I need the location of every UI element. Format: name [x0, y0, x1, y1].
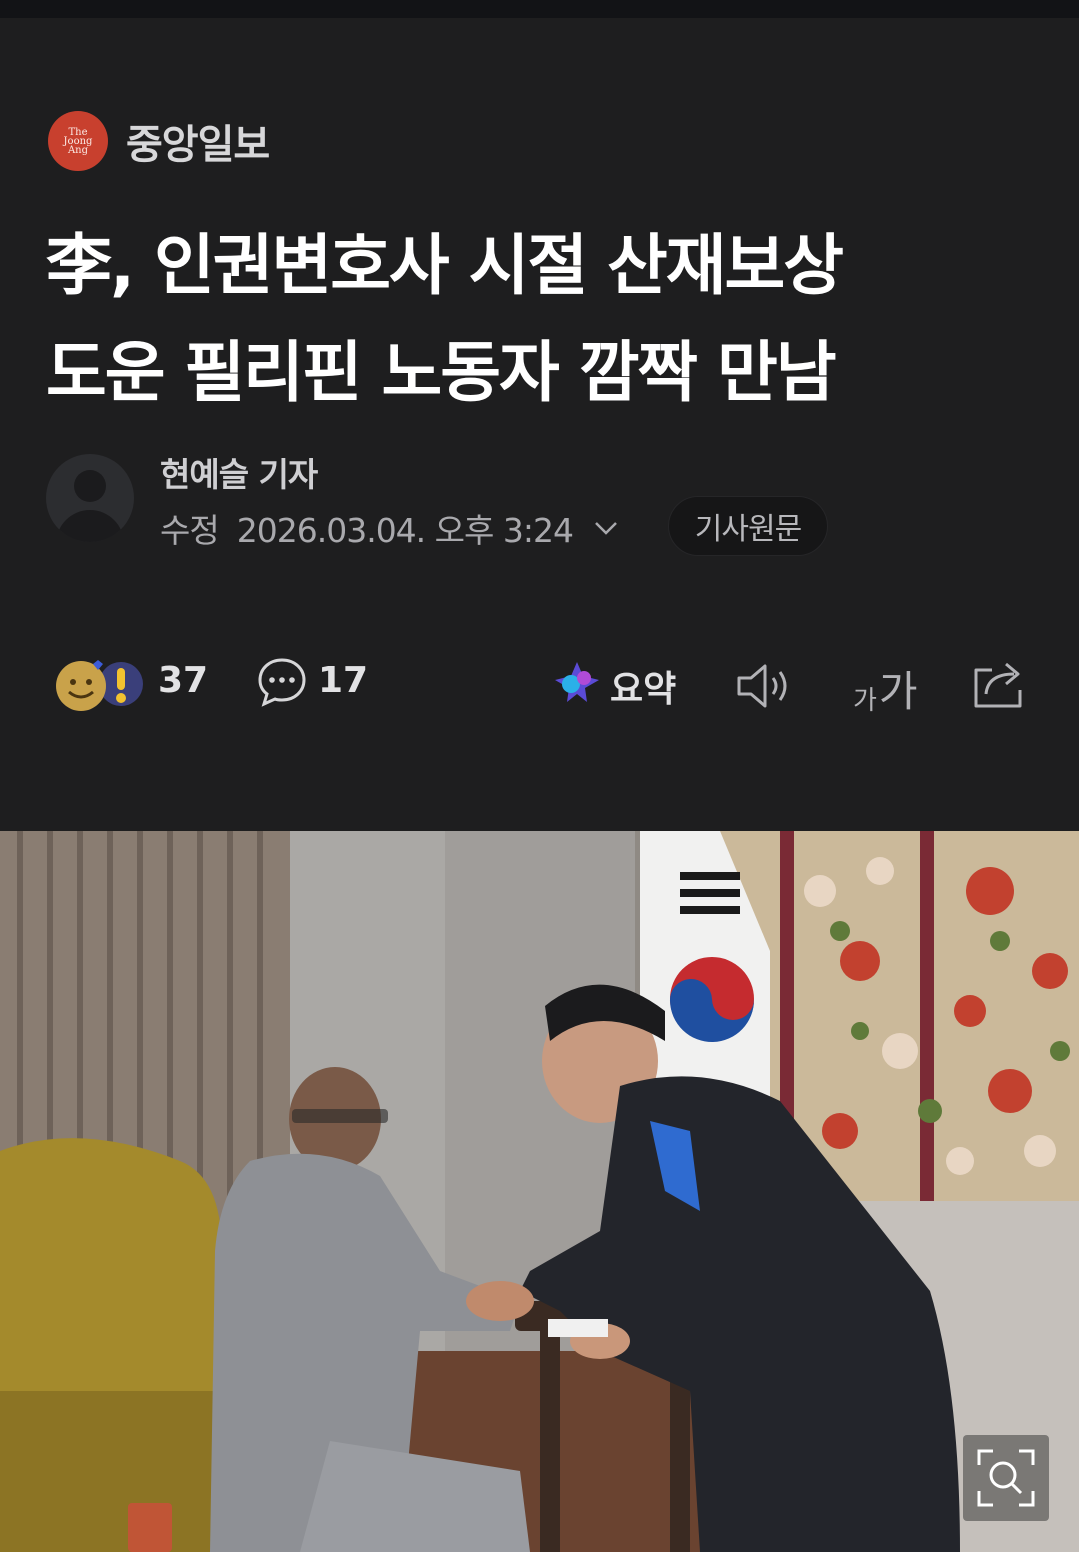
- article-headline: 李, 인권변호사 시절 산재보상 도운 필리핀 노동자 깜짝 만남: [46, 212, 1056, 426]
- speaker-icon[interactable]: [735, 660, 795, 712]
- publisher-logo[interactable]: The Joong Ang: [48, 111, 108, 171]
- font-size-small-glyph: 가: [853, 686, 877, 716]
- byline: 현예슬 기자 수정 2026.03.04. 오후 3:24 기사원문: [46, 448, 1046, 558]
- status-bar-strip: [0, 0, 1079, 18]
- font-size-large-glyph: 가: [878, 667, 918, 716]
- zoom-button[interactable]: [963, 1435, 1049, 1521]
- font-size-button[interactable]: 가 가: [853, 656, 918, 717]
- logo-text-line-3: Ang: [67, 144, 89, 156]
- avatar-shoulders-shape: [56, 510, 124, 542]
- article-photo[interactable]: [0, 831, 1079, 1552]
- chevron-down-icon[interactable]: [591, 513, 621, 543]
- publisher-name[interactable]: 중앙일보: [126, 112, 270, 170]
- modified-date: 2026.03.04. 오후 3:24: [236, 511, 574, 550]
- modified-label: 수정: [160, 511, 220, 550]
- ai-summary-icon[interactable]: [553, 660, 601, 704]
- avatar-head-shape: [74, 470, 106, 502]
- reaction-count[interactable]: 37: [158, 660, 208, 701]
- comment-icon[interactable]: [256, 656, 308, 708]
- photo-illustration: [0, 831, 1079, 1552]
- reporter-avatar[interactable]: [46, 454, 134, 542]
- share-icon[interactable]: [970, 656, 1028, 710]
- reporter-name[interactable]: 현예슬 기자: [160, 448, 318, 496]
- article-meta[interactable]: 수정 2026.03.04. 오후 3:24: [160, 504, 621, 552]
- summary-button[interactable]: 요약: [610, 660, 676, 712]
- reaction-emoji-icon[interactable]: [53, 656, 148, 712]
- headline-line-1: 李, 인권변호사 시절 산재보상: [46, 227, 844, 304]
- original-article-button[interactable]: 기사원문: [668, 496, 828, 556]
- action-bar: 37 17 요약 가 가: [0, 650, 1079, 720]
- zoom-search-icon: [977, 1449, 1035, 1507]
- publisher-header[interactable]: The Joong Ang 중앙일보: [48, 111, 270, 171]
- headline-line-2: 도운 필리핀 노동자 깜짝 만남: [46, 334, 837, 411]
- comment-count[interactable]: 17: [318, 660, 368, 701]
